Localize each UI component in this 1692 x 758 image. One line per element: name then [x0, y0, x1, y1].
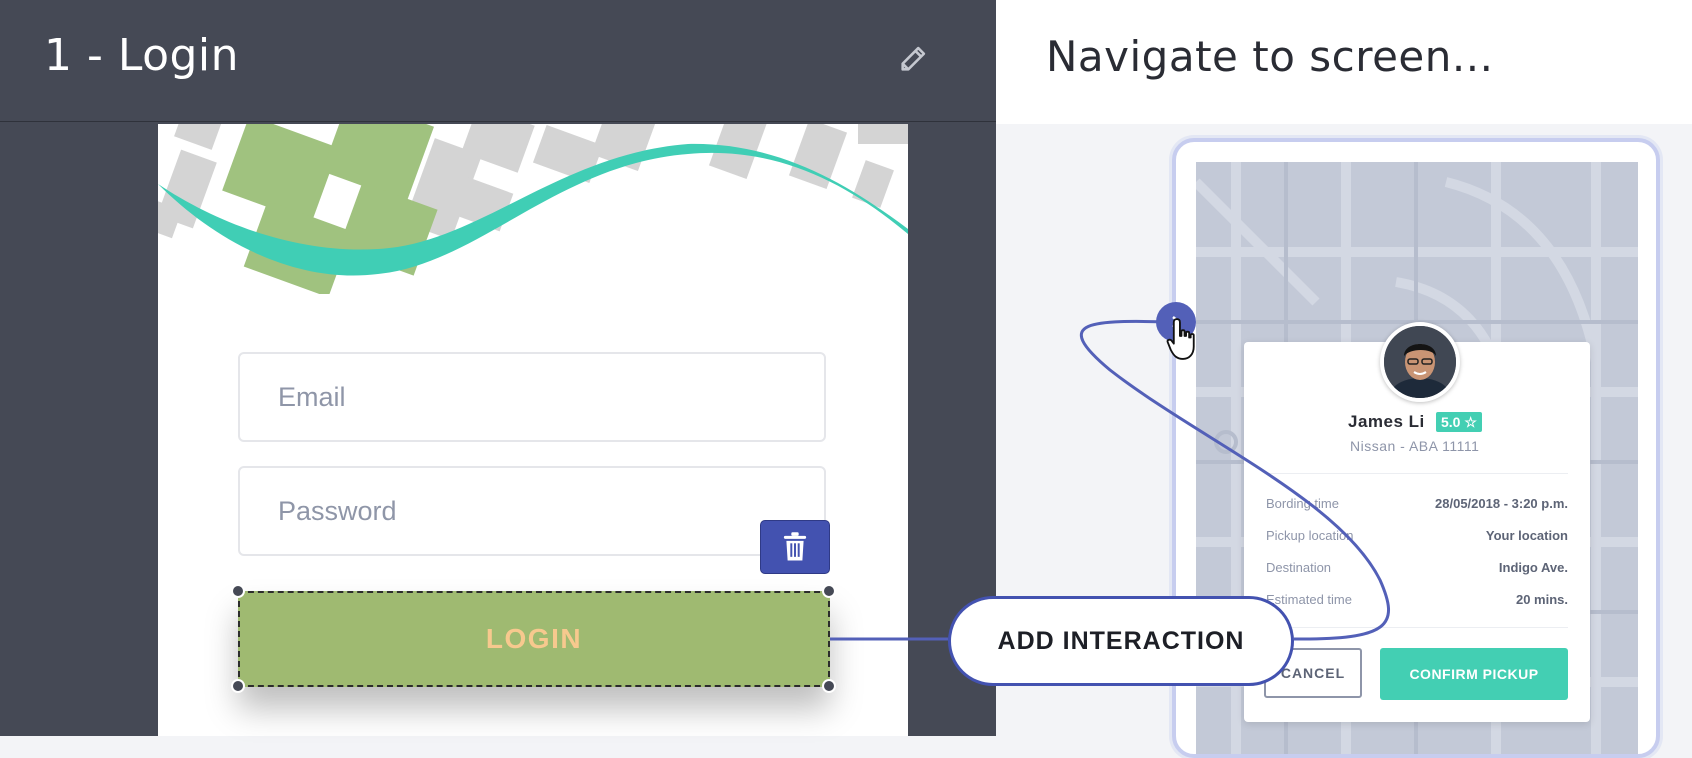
car-info: Nissan - ABA 11111: [1350, 438, 1480, 454]
connector-endpoint[interactable]: [1156, 302, 1196, 342]
divider: [1266, 473, 1568, 474]
resize-handle-top-left[interactable]: [231, 584, 245, 598]
map-header-graphic: [158, 124, 908, 294]
confirm-pickup-button[interactable]: CONFIRM PICKUP: [1380, 648, 1568, 700]
trash-icon: [783, 532, 807, 561]
email-input[interactable]: Email: [238, 352, 826, 442]
detail-value: 20 mins.: [1515, 592, 1568, 607]
driver-name: James Li: [1348, 412, 1425, 431]
navigate-header: Navigate to screen...: [996, 0, 1692, 124]
add-interaction-button[interactable]: ADD INTERACTION: [948, 596, 1294, 686]
detail-label: Bording time: [1266, 496, 1339, 511]
detail-value: Your location: [1485, 528, 1568, 543]
screen-title: 1 - Login: [44, 30, 240, 81]
driver-avatar: [1380, 322, 1460, 402]
rating-badge: 5.0 ☆: [1436, 412, 1482, 432]
divider: [1266, 627, 1568, 628]
detail-value: 28/05/2018 - 3:20 p.m.: [1435, 496, 1568, 511]
edit-title-button[interactable]: [892, 36, 936, 80]
password-input[interactable]: Password: [238, 466, 826, 556]
detail-label: Destination: [1266, 560, 1332, 575]
resize-handle-top-right[interactable]: [822, 584, 836, 598]
resize-handle-bottom-right[interactable]: [822, 679, 836, 693]
driver-photo: [1384, 326, 1456, 398]
editor-header: 1 - Login: [0, 0, 996, 122]
detail-label: Pickup location: [1266, 528, 1354, 543]
navigate-title: Navigate to screen...: [1046, 32, 1494, 81]
chevron-right-icon: [1172, 316, 1181, 328]
delete-element-button[interactable]: [760, 520, 830, 574]
detail-value: Indigo Ave.: [1498, 560, 1568, 575]
rating-value: 5.0: [1441, 414, 1461, 430]
resize-handle-bottom-left[interactable]: [231, 679, 245, 693]
login-button[interactable]: LOGIN: [238, 591, 830, 687]
detail-label: Estimated time: [1266, 592, 1352, 607]
star-icon: ☆: [1464, 414, 1477, 430]
pencil-icon: [901, 46, 926, 71]
